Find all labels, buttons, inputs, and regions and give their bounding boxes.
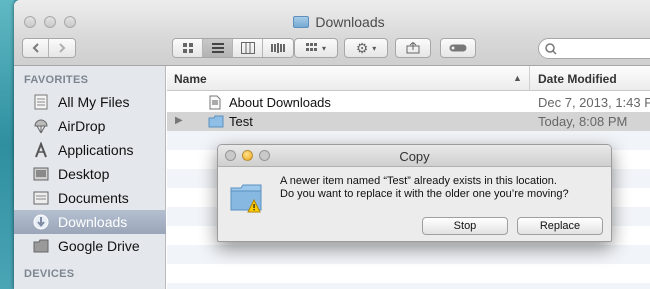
action-button[interactable]: ⚙ ▾ [344,38,388,58]
sidebar-item-label: Documents [58,190,129,206]
sidebar-item-all-my-files[interactable]: All My Files [14,90,166,114]
window-title: Downloads [14,14,650,30]
sidebar-item-label: Applications [58,142,134,158]
view-mode-control [172,38,294,58]
stop-button[interactable]: Stop [422,217,508,235]
desktop-background [0,0,14,289]
list-item[interactable]: About Downloads Dec 7, 2013, 1:43 P [167,93,650,112]
file-date: Today, 8:08 PM [538,114,628,129]
folder-warning-icon [230,184,262,213]
sidebar-item-label: All My Files [58,94,130,110]
icon-view-button[interactable] [173,39,203,57]
sidebar-item-label: Desktop [58,166,110,182]
sidebar-heading-favorites: FAVORITES [24,74,89,86]
sidebar-heading-devices: DEVICES [24,268,75,280]
coverflow-view-icon [271,43,285,53]
dialog-message-line-2: Do you want to replace it with the older… [280,188,569,200]
sidebar-item-airdrop[interactable]: AirDrop [14,114,166,138]
tags-button[interactable] [440,38,476,58]
airdrop-icon [32,118,50,134]
dialog-titlebar: Copy [218,145,611,167]
column-header-date-modified[interactable]: Date Modified [538,72,617,86]
downloads-icon [32,214,50,230]
folder-icon [208,115,224,128]
dialog-message: A newer item named “Test” already exists… [280,175,610,201]
dialog-message-line-1: A newer item named “Test” already exists… [280,175,557,187]
file-date: Dec 7, 2013, 1:43 P [538,95,650,110]
sidebar-item-label: Google Drive [58,238,140,254]
column-view-button[interactable] [233,39,263,57]
sidebar-item-label: Downloads [58,214,128,230]
icon-view-icon [182,43,193,53]
file-name: About Downloads [229,95,331,110]
chevron-right-icon [59,43,66,53]
window-title-text: Downloads [315,14,385,30]
column-view-icon [240,42,255,54]
documents-icon [32,190,50,206]
sidebar-item-google-drive[interactable]: Google Drive [14,234,166,258]
sidebar-item-documents[interactable]: Documents [14,186,166,210]
document-icon [209,95,221,110]
disclosure-triangle-icon[interactable]: ▶ [175,115,183,126]
gear-icon: ⚙ [355,39,369,56]
tag-icon [449,44,467,52]
sidebar-item-label: AirDrop [58,118,106,134]
file-name: Test [229,114,253,129]
search-field[interactable] [538,38,650,59]
sidebar: FAVORITES All My Files AirDrop Applicati… [14,66,166,289]
sidebar-item-applications[interactable]: Applications [14,138,166,162]
list-item[interactable]: ▶ Test Today, 8:08 PM [167,112,650,131]
share-icon [406,42,420,54]
sidebar-item-desktop[interactable]: Desktop [14,162,166,186]
arrange-button[interactable]: ▾ [294,38,338,58]
column-header-name[interactable]: Name [174,72,207,86]
share-button[interactable] [395,38,431,58]
chevron-left-icon [32,43,39,53]
chevron-down-icon: ▾ [321,43,326,53]
sidebar-item-downloads[interactable]: Downloads [14,210,166,234]
back-forward-control [22,38,76,58]
coverflow-view-button[interactable] [263,39,293,57]
chevron-down-icon: ▾ [372,43,377,53]
all-files-icon [32,94,50,110]
applications-icon [32,142,50,158]
desktop-icon [32,166,50,182]
folder-icon [293,16,310,28]
column-divider[interactable] [529,66,530,91]
grid-icon [305,43,317,51]
empty-row [167,245,650,264]
list-header: Name ▲ Date Modified [167,66,650,91]
copy-dialog: Copy A newer item named “Test” already e… [217,144,612,242]
dialog-title: Copy [399,149,430,164]
sort-ascending-icon: ▲ [513,73,522,83]
list-view-button[interactable] [203,39,233,57]
folder-icon [32,238,50,254]
search-icon [545,43,557,55]
forward-button[interactable] [49,39,75,57]
back-button[interactable] [23,39,49,57]
list-view-icon [211,43,224,53]
empty-row [167,283,650,289]
window-toolbar: Downloads ▾ ⚙ ▾ [14,0,650,66]
replace-button[interactable]: Replace [517,217,603,235]
